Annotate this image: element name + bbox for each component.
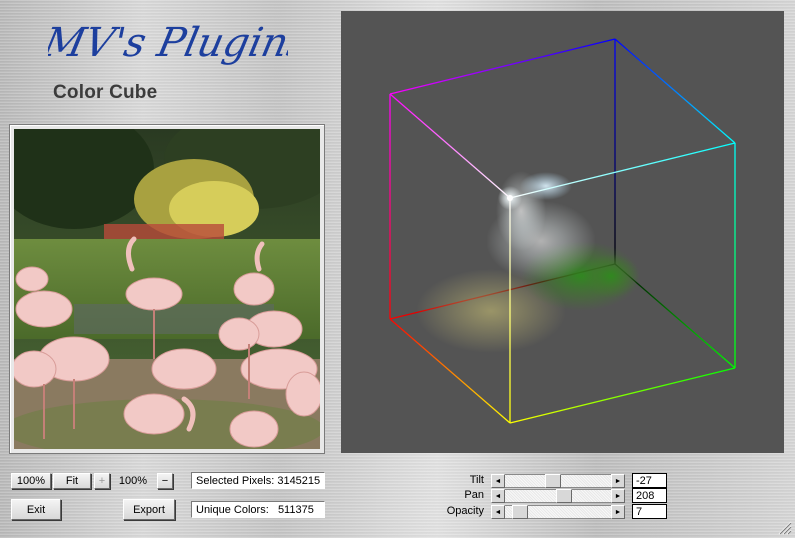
- unique-colors-label: Unique Colors:: [196, 503, 269, 516]
- scroll-right-icon[interactable]: ►: [611, 474, 625, 488]
- image-preview-frame: [9, 124, 325, 454]
- opacity-value-field[interactable]: 7: [632, 504, 667, 519]
- opacity-slider-thumb[interactable]: [512, 505, 528, 519]
- color-point-cloud: [416, 171, 641, 353]
- selected-pixels-value: 3145215: [277, 474, 321, 487]
- fit-button[interactable]: Fit: [53, 473, 91, 489]
- tilt-slider[interactable]: ◄ ►: [491, 474, 625, 488]
- pan-label: Pan: [464, 489, 484, 501]
- zoom-100-button[interactable]: 100%: [11, 473, 51, 489]
- pan-slider[interactable]: ◄ ►: [491, 489, 625, 503]
- unique-colors-field: Unique Colors: 511375: [191, 501, 325, 518]
- scroll-left-icon[interactable]: ◄: [491, 505, 505, 519]
- mv-plugins-logo: MV's Plugins: [48, 18, 288, 65]
- resize-grip-icon[interactable]: [776, 519, 792, 535]
- selected-pixels-field: Selected Pixels: 3145215: [191, 472, 325, 489]
- scroll-right-icon[interactable]: ►: [611, 489, 625, 503]
- zoom-out-button[interactable]: −: [157, 473, 173, 489]
- scroll-right-icon[interactable]: ►: [611, 505, 625, 519]
- opacity-label: Opacity: [446, 505, 484, 517]
- zoom-in-button[interactable]: +: [94, 473, 110, 489]
- tilt-label: Tilt: [469, 474, 484, 486]
- scroll-left-icon[interactable]: ◄: [491, 474, 505, 488]
- app-subtitle: Color Cube: [53, 82, 158, 103]
- logo-text: MV's Plugins: [48, 18, 288, 65]
- tilt-slider-thumb[interactable]: [545, 474, 561, 488]
- exit-button[interactable]: Exit: [11, 499, 61, 520]
- image-preview[interactable]: [14, 129, 320, 449]
- pan-value-field[interactable]: 208: [632, 488, 667, 503]
- color-cube-viewport[interactable]: [341, 11, 784, 453]
- selected-pixels-label: Selected Pixels:: [196, 474, 275, 487]
- zoom-level: 100%: [118, 475, 148, 487]
- scroll-left-icon[interactable]: ◄: [491, 489, 505, 503]
- tilt-value-field[interactable]: -27: [632, 473, 667, 488]
- pan-slider-thumb[interactable]: [556, 489, 572, 503]
- plus-icon: +: [98, 475, 106, 487]
- opacity-slider[interactable]: ◄ ►: [491, 505, 625, 519]
- export-button[interactable]: Export: [123, 499, 175, 520]
- unique-colors-value: 511375: [277, 503, 314, 516]
- minus-icon: −: [161, 475, 169, 487]
